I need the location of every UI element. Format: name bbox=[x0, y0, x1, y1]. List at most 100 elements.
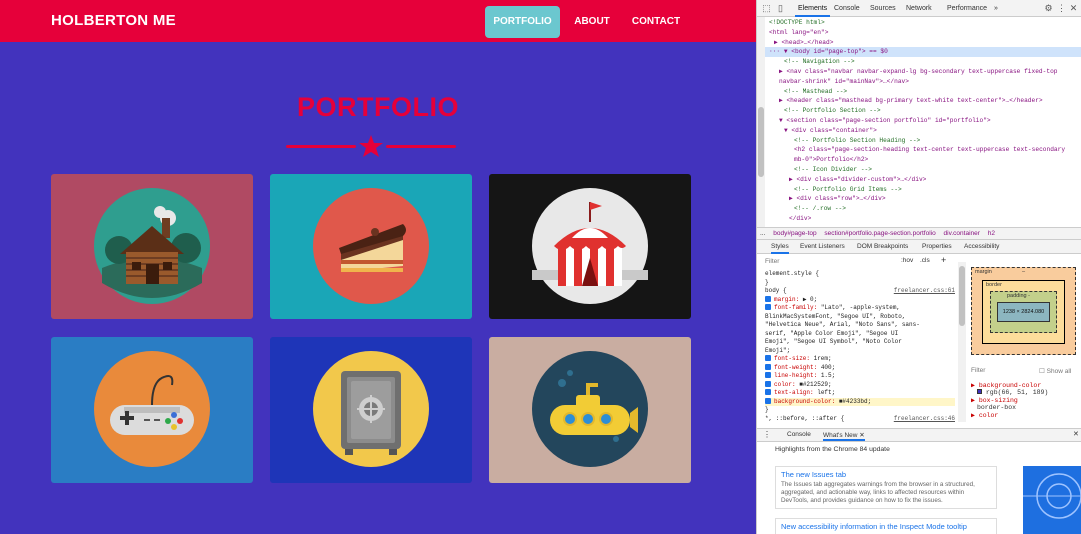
brand-link[interactable]: HOLBERTON ME bbox=[51, 12, 176, 29]
dom-comment[interactable]: <!-- Portfolio Grid Items --> bbox=[757, 185, 1081, 195]
portfolio-item-controller[interactable] bbox=[51, 337, 253, 483]
css-declaration[interactable]: text-align: left; bbox=[765, 389, 955, 397]
declaration-checkbox[interactable] bbox=[765, 372, 771, 379]
close-drawer-icon[interactable]: ✕ bbox=[1073, 430, 1079, 438]
show-all-checkbox[interactable]: ☐ Show all bbox=[1039, 367, 1071, 375]
css-declaration[interactable]: font-size: 1rem; bbox=[765, 355, 955, 363]
drawer-tab-whats-new[interactable]: What's New ✕ bbox=[823, 431, 865, 441]
dom-comment[interactable]: <!-- Portfolio Section --> bbox=[757, 106, 1081, 116]
declaration-checkbox[interactable] bbox=[765, 389, 771, 396]
portfolio-item-circus[interactable] bbox=[489, 174, 691, 319]
computed-item[interactable]: ▶ color bbox=[971, 411, 1081, 419]
close-icon[interactable]: ✕ bbox=[1068, 3, 1079, 14]
css-declaration[interactable]: line-height: 1.5; bbox=[765, 372, 955, 380]
hover-state-toggle[interactable]: :hov bbox=[901, 257, 913, 264]
dom-node[interactable]: mb-0">Portfolio</h2> bbox=[757, 155, 1081, 165]
page-viewport: HOLBERTON ME PORTFOLIO ABOUT CONTACT POR… bbox=[0, 0, 756, 534]
declaration-checkbox[interactable] bbox=[765, 355, 771, 362]
tab-styles[interactable]: Styles bbox=[771, 240, 789, 254]
gear-icon[interactable]: ⚙ bbox=[1043, 3, 1054, 14]
portfolio-item-submarine[interactable] bbox=[489, 337, 691, 483]
computed-list: ▶ background-color rgb(66, 51, 189) ▶ bo… bbox=[971, 381, 1081, 431]
inspect-element-icon[interactable]: ⬚ bbox=[761, 3, 772, 14]
computed-item[interactable]: ▶ background-color bbox=[971, 381, 1081, 389]
css-declaration[interactable]: background-color: ■#4233bd; bbox=[765, 397, 955, 406]
styles-pane[interactable]: element.style {} body {freelancer.css:61 m… bbox=[765, 270, 955, 425]
dom-node[interactable]: ▼ <div class="container"> bbox=[757, 126, 1081, 136]
dom-node[interactable]: navbar-shrink" id="mainNav">…</nav> bbox=[757, 77, 1081, 87]
dom-scrollbar[interactable] bbox=[757, 17, 765, 227]
news-title[interactable]: The new Issues tab bbox=[781, 470, 991, 479]
add-rule-icon[interactable]: + bbox=[941, 255, 946, 265]
dom-node[interactable]: ▶ <nav class="navbar navbar-expand-lg bg… bbox=[757, 67, 1081, 77]
css-rule-text: body {freelancer.css:61 bbox=[765, 287, 955, 295]
breadcrumb-item[interactable]: div.container bbox=[941, 228, 983, 240]
breadcrumb-item[interactable]: section#portfolio.page-section.portfolio bbox=[821, 228, 938, 240]
breadcrumb-item[interactable]: body#page-top bbox=[770, 228, 819, 240]
tab-dom-breakpoints[interactable]: DOM Breakpoints bbox=[857, 240, 908, 254]
declaration-checkbox[interactable] bbox=[765, 380, 771, 387]
css-source-link[interactable]: freelancer.css:46 bbox=[894, 415, 955, 423]
portfolio-item-cake[interactable] bbox=[270, 174, 472, 319]
more-tabs-button[interactable]: » bbox=[991, 0, 1001, 17]
tab-network[interactable]: Network bbox=[903, 0, 935, 17]
class-toggle[interactable]: .cls bbox=[920, 257, 930, 264]
safe-icon bbox=[313, 351, 429, 467]
news-title[interactable]: New accessibility information in the Ins… bbox=[781, 522, 991, 531]
declaration-checkbox[interactable] bbox=[765, 304, 771, 311]
styles-scrollbar[interactable] bbox=[958, 262, 966, 422]
dom-comment[interactable]: <!-- /.row --> bbox=[757, 204, 1081, 214]
css-declaration[interactable]: font-weight: 400; bbox=[765, 364, 955, 372]
portfolio-item-cabin[interactable] bbox=[51, 174, 253, 319]
tab-console[interactable]: Console bbox=[831, 0, 863, 17]
nav-contact[interactable]: CONTACT bbox=[626, 6, 686, 38]
tab-sources[interactable]: Sources bbox=[867, 0, 899, 17]
computed-filter-input[interactable]: Filter bbox=[971, 367, 985, 374]
tab-performance[interactable]: Performance bbox=[944, 0, 990, 17]
news-card[interactable]: The new Issues tab The Issues tab aggreg… bbox=[775, 466, 997, 509]
declaration-checkbox[interactable] bbox=[765, 295, 771, 302]
dom-node[interactable]: ▶ <header class="masthead bg-primary tex… bbox=[757, 96, 1081, 106]
drawer-menu-icon[interactable]: ⋮ bbox=[763, 430, 771, 439]
box-border: border padding - 1238 × 2824.080 bbox=[982, 280, 1065, 344]
styles-tabbar: Styles Event Listeners DOM Breakpoints P… bbox=[757, 240, 1081, 254]
declaration-checkbox[interactable] bbox=[765, 397, 771, 404]
css-declaration[interactable]: margin: ▶ 0; bbox=[765, 296, 955, 304]
dom-node[interactable]: </div> bbox=[757, 214, 1081, 224]
styles-filter-input[interactable] bbox=[765, 256, 885, 267]
dom-node[interactable]: ▶ <head>…</head> bbox=[757, 38, 1081, 48]
portfolio-item-safe[interactable] bbox=[270, 337, 472, 483]
more-menu-icon[interactable]: ⋮ bbox=[1056, 3, 1067, 14]
dom-node[interactable]: <h2 class="page-section-heading text-cen… bbox=[757, 145, 1081, 155]
dom-comment[interactable]: <!-- Navigation --> bbox=[757, 57, 1081, 67]
tab-elements[interactable]: Elements bbox=[795, 0, 831, 17]
computed-item[interactable]: ▶ box-sizing bbox=[971, 396, 1081, 404]
nav-portfolio[interactable]: PORTFOLIO bbox=[485, 6, 560, 38]
css-rule-text: element.style { bbox=[765, 270, 820, 277]
dom-node[interactable]: ··· ▼ <body id="page-top"> == $0 bbox=[757, 47, 1081, 58]
css-rule-text: "Helvetica Neue", Arial, "Noto Sans", sa… bbox=[765, 321, 920, 328]
dom-comment[interactable]: <!-- Masthead --> bbox=[757, 87, 1081, 97]
dom-comment[interactable]: <!-- Portfolio Section Heading --> bbox=[757, 136, 1081, 146]
dom-node[interactable]: ▶ <div class="row">…</div> bbox=[757, 194, 1081, 204]
dom-node[interactable]: ▶ <div class="divider-custom">…</div> bbox=[757, 175, 1081, 185]
tab-event-listeners[interactable]: Event Listeners bbox=[800, 240, 845, 254]
nav-about[interactable]: ABOUT bbox=[568, 6, 616, 38]
dom-node[interactable]: <html lang="en"> bbox=[757, 28, 1081, 38]
dom-comment[interactable]: <!-- Icon Divider --> bbox=[757, 165, 1081, 175]
dom-node[interactable]: ▼ <section class="page-section portfolio… bbox=[757, 116, 1081, 126]
device-toolbar-icon[interactable]: ▯ bbox=[775, 3, 786, 14]
css-source-link[interactable]: freelancer.css:61 bbox=[894, 287, 955, 295]
drawer-tab-console[interactable]: Console bbox=[787, 431, 811, 438]
breadcrumb-item[interactable]: ... bbox=[757, 228, 768, 240]
declaration-checkbox[interactable] bbox=[765, 363, 771, 370]
css-declaration[interactable]: font-family: "Lato", -apple-system, bbox=[765, 304, 955, 312]
tab-accessibility[interactable]: Accessibility bbox=[964, 240, 999, 254]
tab-properties[interactable]: Properties bbox=[922, 240, 952, 254]
portfolio-heading: PORTFOLIO bbox=[297, 92, 459, 122]
breadcrumb-item[interactable]: h2 bbox=[985, 228, 998, 240]
dom-tree[interactable]: <!DOCTYPE html> <html lang="en"> ▶ <head>…… bbox=[757, 17, 1081, 227]
dom-comment[interactable]: <!DOCTYPE html> bbox=[757, 18, 1081, 28]
news-card[interactable]: New accessibility information in the Ins… bbox=[775, 518, 997, 534]
css-declaration[interactable]: color: ■#212529; bbox=[765, 381, 955, 389]
